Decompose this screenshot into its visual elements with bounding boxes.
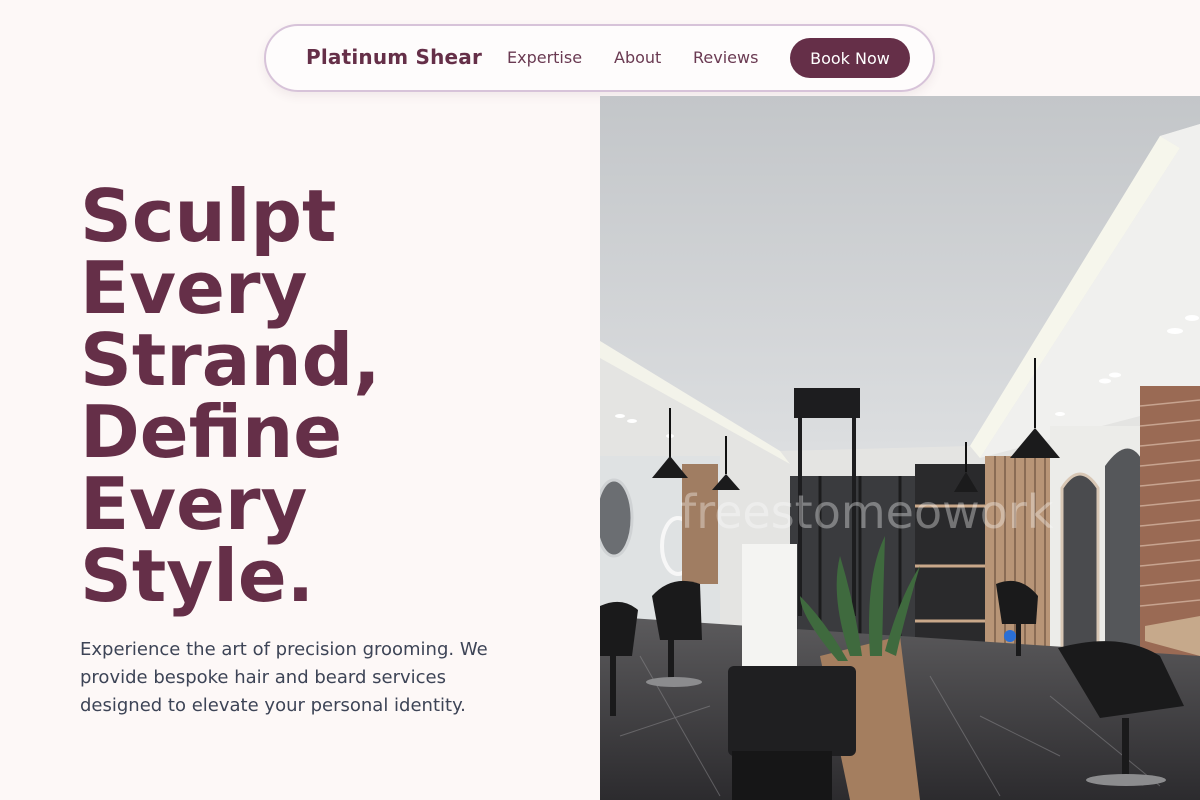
hero-title-line: Every [80, 246, 308, 330]
hero-title-line: Every [80, 462, 308, 546]
hero-title-line: Strand, [80, 318, 381, 402]
nav-link-expertise[interactable]: Expertise [507, 48, 582, 67]
hero-title-line: Style. [80, 534, 315, 618]
hero-title-line: Define [80, 390, 343, 474]
top-navigation: Platinum Shear Expertise About Reviews B… [264, 24, 935, 92]
brand-logo[interactable]: Platinum Shear [306, 45, 482, 69]
photo-watermark: freestomeowork [680, 485, 1054, 539]
hero-subtitle: Experience the art of precision grooming… [80, 639, 488, 716]
hero-title: Sculpt Every Strand, Define Every Style. [80, 180, 560, 612]
salon-interior-photo: freestomeowork [600, 96, 1200, 800]
book-now-button[interactable]: Book Now [790, 38, 910, 78]
nav-link-reviews[interactable]: Reviews [693, 48, 758, 67]
landing-page: Platinum Shear Expertise About Reviews B… [0, 0, 1200, 800]
nav-link-about[interactable]: About [614, 48, 661, 67]
hero-title-line: Sculpt [80, 174, 337, 258]
